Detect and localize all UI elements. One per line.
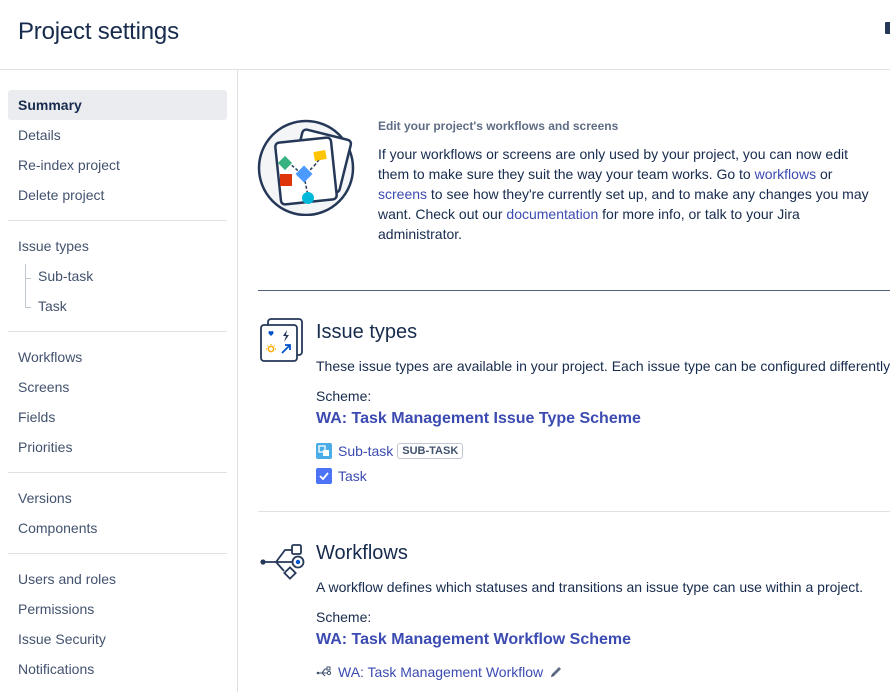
sidebar-item-versions[interactable]: Versions	[8, 483, 227, 513]
sub-task-badge: SUB-TASK	[397, 443, 464, 459]
issue-type-scheme-link[interactable]: WA: Task Management Issue Type Scheme	[316, 410, 641, 428]
sidebar-item-permissions[interactable]: Permissions	[8, 594, 227, 624]
page-header: Project settings	[0, 0, 890, 70]
workflows-description: A workflow defines which statuses and tr…	[316, 579, 864, 595]
sidebar: Summary Details Re-index project Delete …	[0, 70, 238, 692]
sidebar-divider	[8, 331, 227, 332]
sidebar-item-workflows[interactable]: Workflows	[8, 342, 227, 372]
main-content: Edit your project's workflows and screen…	[238, 70, 890, 692]
intro-body: If your workflows or screens are only us…	[378, 144, 878, 244]
intro-text: or	[816, 166, 833, 182]
sidebar-item-delete-project[interactable]: Delete project	[8, 180, 227, 210]
sidebar-item-task[interactable]: Task	[8, 291, 227, 321]
task-link[interactable]: Task	[338, 468, 367, 484]
workflows-icon	[260, 544, 305, 580]
sidebar-item-details[interactable]: Details	[8, 120, 227, 150]
subtask-icon	[316, 443, 332, 459]
workflow-icon	[316, 664, 332, 680]
section-divider	[258, 290, 890, 291]
documentation-link[interactable]: documentation	[506, 206, 598, 222]
screens-link[interactable]: screens	[378, 186, 427, 202]
issue-types-scheme-label: Scheme:	[316, 388, 372, 404]
workflows-link[interactable]: workflows	[755, 166, 816, 182]
sidebar-item-priorities[interactable]: Priorities	[8, 432, 227, 462]
task-checkbox-icon	[316, 468, 332, 484]
intro-panel: Edit your project's workflows and screen…	[378, 118, 878, 244]
sidebar-divider	[8, 220, 227, 221]
issue-types-icon	[260, 318, 303, 362]
sidebar-item-users-and-roles[interactable]: Users and roles	[8, 564, 227, 594]
intro-heading: Edit your project's workflows and screen…	[378, 119, 619, 133]
sidebar-item-components[interactable]: Components	[8, 513, 227, 543]
workflow-row: WA: Task Management Workflow	[316, 663, 570, 681]
sidebar-item-sub-task[interactable]: Sub-task	[8, 261, 227, 291]
sub-task-link[interactable]: Sub-task	[338, 443, 393, 459]
issue-types-title: Issue types	[316, 321, 418, 343]
sidebar-item-summary[interactable]: Summary	[8, 90, 227, 120]
issue-type-row-task: Task	[316, 467, 367, 485]
page-title: Project settings	[18, 18, 179, 45]
issue-type-row-sub-task: Sub-task SUB-TASK	[316, 442, 464, 460]
pencil-icon[interactable]	[548, 664, 564, 680]
sidebar-item-fields[interactable]: Fields	[8, 402, 227, 432]
sidebar-item-screens[interactable]: Screens	[8, 372, 227, 402]
workflows-title: Workflows	[316, 542, 408, 564]
header-menu-edge[interactable]	[885, 22, 890, 34]
workflows-screens-illustration-icon	[257, 119, 355, 216]
sidebar-item-reindex-project[interactable]: Re-index project	[8, 150, 227, 180]
workflows-scheme-label: Scheme:	[316, 609, 372, 625]
issue-types-description: These issue types are available in your …	[316, 358, 890, 374]
section-divider	[258, 511, 890, 512]
workflow-link[interactable]: WA: Task Management Workflow	[338, 664, 543, 680]
sidebar-item-issue-security[interactable]: Issue Security	[8, 624, 227, 654]
sidebar-item-issue-types[interactable]: Issue types	[8, 231, 227, 261]
sidebar-divider	[8, 553, 227, 554]
sidebar-item-notifications[interactable]: Notifications	[8, 654, 227, 684]
sidebar-divider	[8, 472, 227, 473]
workflow-scheme-link[interactable]: WA: Task Management Workflow Scheme	[316, 631, 631, 649]
